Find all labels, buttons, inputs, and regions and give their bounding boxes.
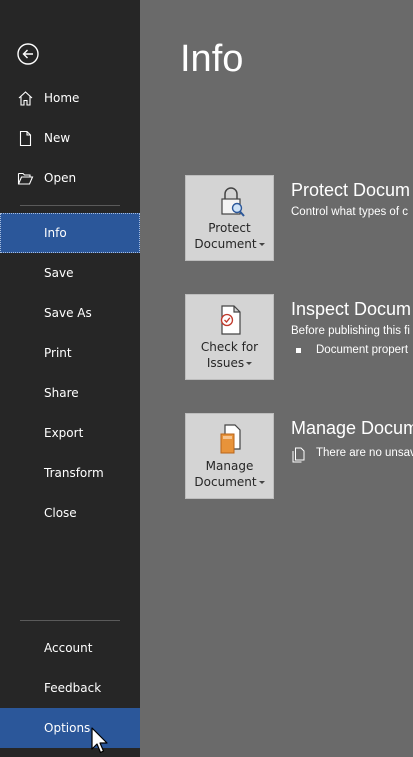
nav-item-label: Feedback — [44, 681, 102, 695]
button-line-2: Issues — [206, 356, 245, 370]
nav-item-label: Home — [44, 91, 80, 105]
nav-item-info[interactable]: Info — [0, 213, 140, 253]
nav-item-label: Options — [44, 721, 91, 735]
nav-item-label: Print — [44, 346, 72, 360]
chevron-down-icon — [258, 243, 265, 246]
section-description: Before publishing this fi — [291, 325, 410, 337]
nav-item-label: Open — [44, 171, 77, 185]
protect-document-button[interactable]: Protect Document — [185, 175, 274, 261]
button-line-1: Check for — [200, 340, 259, 354]
nav-item-label: Share — [44, 386, 79, 400]
nav-item-save[interactable]: Save — [0, 253, 140, 293]
chevron-down-icon — [246, 362, 253, 365]
document-check-icon — [220, 305, 241, 335]
nav-item-label: Export — [44, 426, 84, 440]
lock-magnifier-icon — [221, 187, 245, 217]
back-arrow-icon[interactable] — [16, 42, 40, 66]
button-line-2: Document — [194, 475, 257, 489]
nav-item-label: Transform — [44, 466, 104, 480]
section-heading: Manage Docum — [291, 418, 413, 438]
check-for-issues-button[interactable]: Check for Issues — [185, 294, 274, 380]
nav-item-export[interactable]: Export — [0, 413, 140, 453]
button-line-1: Protect — [208, 221, 251, 235]
document-versions-icon — [292, 447, 305, 463]
nav-item-home[interactable]: Home — [0, 78, 140, 118]
chevron-down-icon — [258, 481, 265, 484]
page-title: Info — [180, 38, 244, 80]
button-line-1: Manage — [205, 459, 254, 473]
nav-item-transform[interactable]: Transform — [0, 453, 140, 493]
manage-document-button[interactable]: Manage Document — [185, 413, 274, 499]
open-folder-icon — [17, 172, 34, 185]
nav-item-label: Account — [44, 641, 93, 655]
nav-item-open[interactable]: Open — [0, 158, 140, 198]
nav-item-options[interactable]: Options — [0, 708, 140, 748]
nav-item-label: New — [44, 131, 71, 145]
nav-item-print[interactable]: Print — [0, 333, 140, 373]
bullet-marker — [296, 348, 301, 353]
nav-divider — [20, 620, 120, 621]
section-heading: Protect Docum — [291, 180, 411, 200]
nav-divider — [20, 205, 120, 206]
section-description: Control what types of c — [291, 206, 408, 218]
nav-item-label: Info — [44, 226, 67, 240]
nav-item-save-as[interactable]: Save As — [0, 293, 140, 333]
section-item-text: There are no unsav — [316, 447, 413, 459]
nav-item-new[interactable]: New — [0, 118, 140, 158]
home-icon — [18, 91, 33, 106]
new-document-icon — [19, 130, 32, 147]
manage-document-icon — [220, 424, 241, 454]
mouse-cursor-icon — [91, 727, 108, 754]
button-line-2: Document — [194, 237, 257, 251]
nav-item-share[interactable]: Share — [0, 373, 140, 413]
backstage-nav: Home New Open Info Save Save As Print Sh… — [0, 0, 140, 757]
section-heading: Inspect Docum — [291, 299, 412, 319]
nav-item-label: Save — [44, 266, 74, 280]
nav-item-feedback[interactable]: Feedback — [0, 668, 140, 708]
nav-item-label: Close — [44, 506, 77, 520]
nav-item-close[interactable]: Close — [0, 493, 140, 533]
nav-item-account[interactable]: Account — [0, 628, 140, 668]
nav-item-label: Save As — [44, 306, 92, 320]
section-bullet-item: Document propert — [316, 344, 409, 356]
